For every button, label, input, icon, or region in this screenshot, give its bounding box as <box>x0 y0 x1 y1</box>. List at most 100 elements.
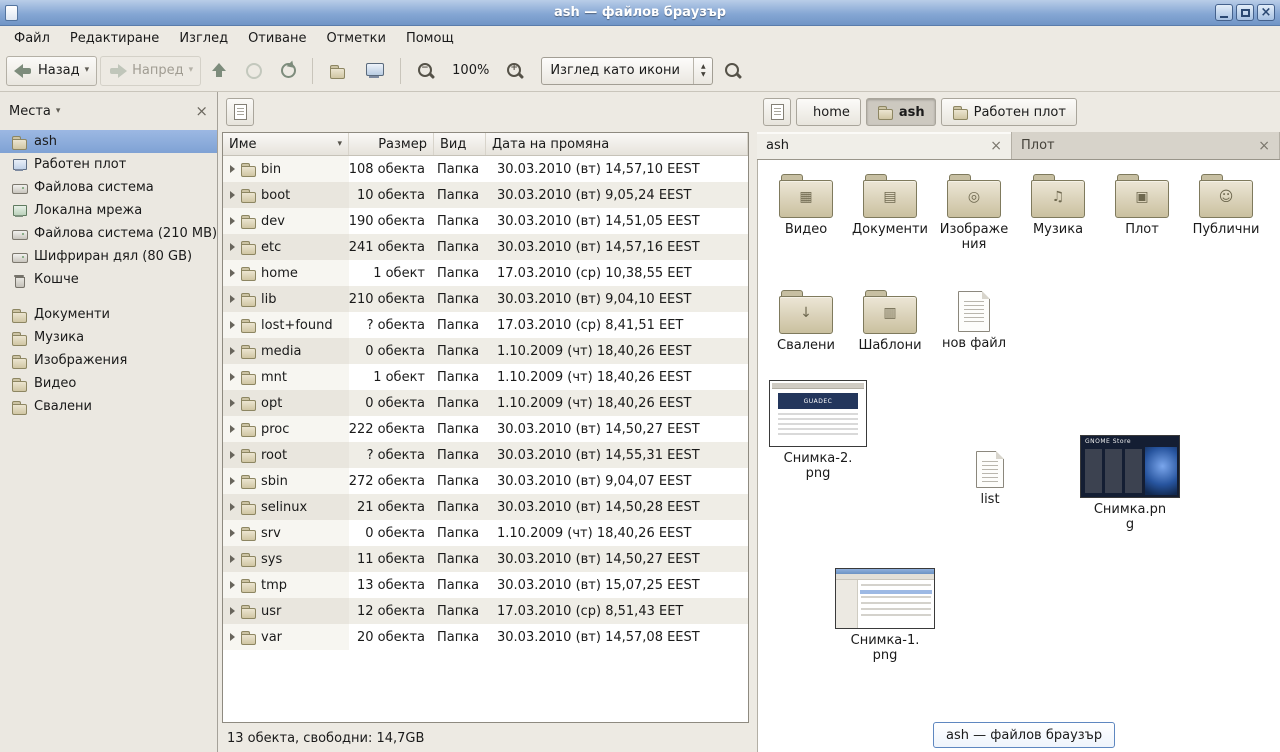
menu-item[interactable]: Помощ <box>396 28 464 49</box>
icon-view-item[interactable]: ♫ Музика <box>1016 172 1100 253</box>
expander-icon[interactable] <box>230 451 235 459</box>
sidebar-item[interactable]: Шифриран дял (80 GB) <box>0 245 217 268</box>
expander-icon[interactable] <box>230 243 235 251</box>
sidebar-item[interactable]: Документи <box>0 303 217 326</box>
home-button[interactable] <box>321 56 353 86</box>
computer-button[interactable] <box>356 56 392 86</box>
expander-icon[interactable] <box>230 373 235 381</box>
table-row[interactable]: dev 190 обекта Папка 30.03.2010 (вт) 14,… <box>223 208 748 234</box>
expander-icon[interactable] <box>230 633 235 641</box>
column-header-type[interactable]: Вид <box>434 133 486 155</box>
sidebar-item[interactable]: Свалени <box>0 395 217 418</box>
icon-view-item[interactable]: ↓ Свалени <box>764 288 848 354</box>
expander-icon[interactable] <box>230 321 235 329</box>
expander-icon[interactable] <box>230 295 235 303</box>
sidebar-item[interactable]: Музика <box>0 326 217 349</box>
icon-view-item[interactable]: ▥ Шаблони <box>848 288 932 354</box>
expander-icon[interactable] <box>230 555 235 563</box>
table-row[interactable]: tmp 13 обекта Папка 30.03.2010 (вт) 15,0… <box>223 572 748 598</box>
icon-view-item[interactable]: ▣ Плот <box>1100 172 1184 253</box>
location-icon-button[interactable] <box>226 98 254 126</box>
pathbar-icon-button[interactable] <box>763 98 791 126</box>
icon-view-item-snimka1[interactable]: Снимка-1.png <box>830 568 940 664</box>
expander-icon[interactable] <box>230 217 235 225</box>
sidebar-item[interactable]: Работен плот <box>0 153 217 176</box>
forward-button[interactable]: Напред ▾ <box>100 56 201 86</box>
search-button[interactable] <box>716 56 750 86</box>
pathbar-button[interactable]: home <box>796 98 861 126</box>
sidebar-item[interactable]: Файлова система <box>0 176 217 199</box>
menu-item[interactable]: Файл <box>4 28 60 49</box>
icon-view-item-list[interactable]: list <box>935 448 1045 508</box>
minimize-button[interactable] <box>1215 4 1233 21</box>
icon-view-item-snimka[interactable]: GNOME Store Снимка.png <box>1075 435 1185 533</box>
column-header-name[interactable]: Име ▾ <box>223 133 349 155</box>
icon-view-item[interactable]: ☺ Публични <box>1184 172 1268 253</box>
sidebar-item[interactable]: Кошче <box>0 268 217 291</box>
table-row[interactable]: sys 11 обекта Папка 30.03.2010 (вт) 14,5… <box>223 546 748 572</box>
sidebar-item[interactable]: Изображения <box>0 349 217 372</box>
sidebar-chevron-icon[interactable]: ▾ <box>56 107 61 116</box>
table-row[interactable]: sbin 272 обекта Папка 30.03.2010 (вт) 9,… <box>223 468 748 494</box>
sidebar-item[interactable]: Видео <box>0 372 217 395</box>
menu-item[interactable]: Отметки <box>316 28 395 49</box>
zoom-out-button[interactable]: − <box>409 56 443 86</box>
forward-history-chevron-icon[interactable]: ▾ <box>189 66 194 75</box>
sidebar-close-icon[interactable]: × <box>195 104 208 119</box>
tab-close-icon[interactable]: × <box>990 139 1002 153</box>
expander-icon[interactable] <box>230 399 235 407</box>
up-button[interactable] <box>204 56 235 86</box>
tab[interactable]: ash × <box>757 132 1012 159</box>
tab[interactable]: Плот × <box>1012 132 1280 159</box>
expander-icon[interactable] <box>230 165 235 173</box>
table-row[interactable]: media 0 обекта Папка 1.10.2009 (чт) 18,4… <box>223 338 748 364</box>
titlebar[interactable]: ash — файлов браузър × <box>0 0 1280 26</box>
expander-icon[interactable] <box>230 503 235 511</box>
expander-icon[interactable] <box>230 477 235 485</box>
expander-icon[interactable] <box>230 347 235 355</box>
expander-icon[interactable] <box>230 191 235 199</box>
expander-icon[interactable] <box>230 607 235 615</box>
icon-view-item-new-file[interactable]: нов файл <box>932 288 1016 354</box>
table-row[interactable]: boot 10 обекта Папка 30.03.2010 (вт) 9,0… <box>223 182 748 208</box>
table-row[interactable]: usr 12 обекта Папка 17.03.2010 (ср) 8,51… <box>223 598 748 624</box>
maximize-button[interactable] <box>1236 4 1254 21</box>
pathbar-button[interactable]: ash <box>866 98 936 126</box>
pathbar-button[interactable]: Работен плот <box>941 98 1077 126</box>
table-row[interactable]: opt 0 обекта Папка 1.10.2009 (чт) 18,40,… <box>223 390 748 416</box>
table-row[interactable]: bin 108 обекта Папка 30.03.2010 (вт) 14,… <box>223 156 748 182</box>
expander-icon[interactable] <box>230 425 235 433</box>
column-header-size[interactable]: Размер <box>349 133 434 155</box>
table-row[interactable]: lib 210 обекта Папка 30.03.2010 (вт) 9,0… <box>223 286 748 312</box>
table-row[interactable]: root ? обекта Папка 30.03.2010 (вт) 14,5… <box>223 442 748 468</box>
menu-item[interactable]: Изглед <box>169 28 238 49</box>
icon-view-item[interactable]: ◎ Изображения <box>932 172 1016 253</box>
icon-view-canvas[interactable]: ▦ Видео ▤ Документи ◎ Изображения <box>757 160 1280 752</box>
combo-spinner[interactable]: ▲ ▼ <box>693 58 712 84</box>
icon-view-item-snimka2[interactable]: GUADEC Снимка-2.png <box>763 380 873 482</box>
sidebar-title[interactable]: Места <box>9 104 51 119</box>
table-row[interactable]: home 1 обект Папка 17.03.2010 (ср) 10,38… <box>223 260 748 286</box>
expander-icon[interactable] <box>230 529 235 537</box>
table-row[interactable]: selinux 21 обекта Папка 30.03.2010 (вт) … <box>223 494 748 520</box>
column-header-modified[interactable]: Дата на промяна <box>486 133 748 155</box>
zoom-in-button[interactable]: + <box>498 56 532 86</box>
table-row[interactable]: proc 222 обекта Папка 30.03.2010 (вт) 14… <box>223 416 748 442</box>
expander-icon[interactable] <box>230 269 235 277</box>
view-mode-combobox[interactable]: Изглед като икони ▲ ▼ <box>541 57 713 85</box>
table-row[interactable]: etc 241 обекта Папка 30.03.2010 (вт) 14,… <box>223 234 748 260</box>
sidebar-item[interactable]: Локална мрежа <box>0 199 217 222</box>
sidebar-item[interactable]: Файлова система (210 MB) <box>0 222 217 245</box>
tab-close-icon[interactable]: × <box>1258 139 1270 153</box>
icon-view-item[interactable]: ▦ Видео <box>764 172 848 253</box>
table-row[interactable]: mnt 1 обект Папка 1.10.2009 (чт) 18,40,2… <box>223 364 748 390</box>
menu-item[interactable]: Отиване <box>238 28 316 49</box>
close-button[interactable]: × <box>1257 4 1275 21</box>
table-row[interactable]: var 20 обекта Папка 30.03.2010 (вт) 14,5… <box>223 624 748 650</box>
table-row[interactable]: lost+found ? обекта Папка 17.03.2010 (ср… <box>223 312 748 338</box>
expander-icon[interactable] <box>230 581 235 589</box>
table-row[interactable]: srv 0 обекта Папка 1.10.2009 (чт) 18,40,… <box>223 520 748 546</box>
back-button[interactable]: Назад ▾ <box>6 56 97 86</box>
reload-button[interactable] <box>273 56 304 86</box>
back-history-chevron-icon[interactable]: ▾ <box>85 66 90 75</box>
